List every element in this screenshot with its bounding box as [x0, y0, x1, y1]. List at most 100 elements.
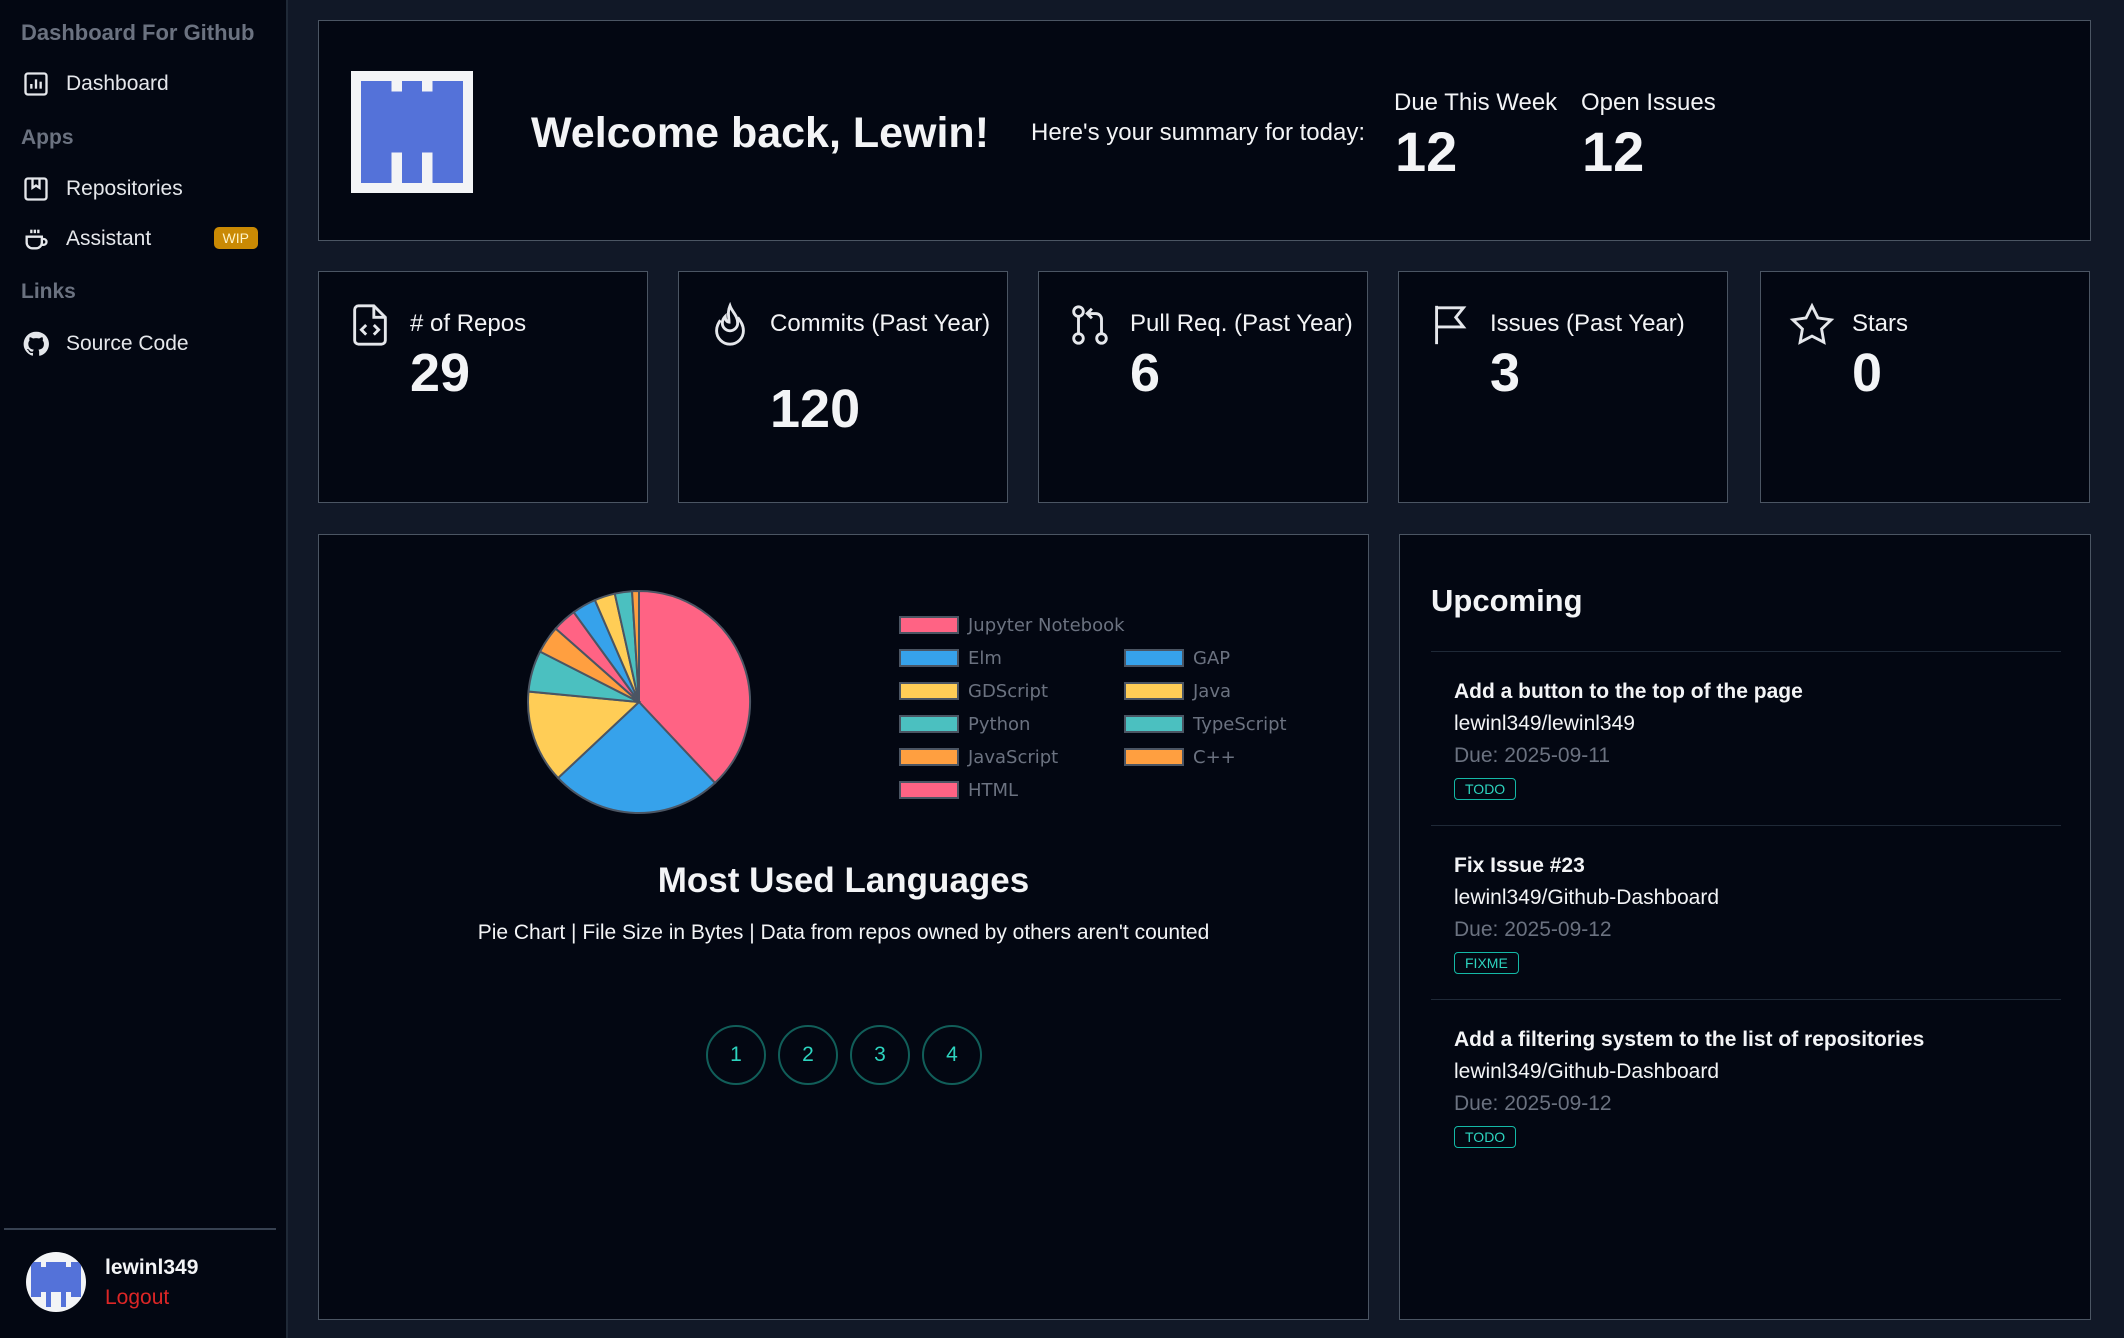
- legend-item-typescript[interactable]: TypeScript: [1124, 712, 1287, 736]
- stat-value: 0: [1852, 343, 1883, 403]
- stat-label: # of Repos: [410, 310, 527, 337]
- stat-value: 3: [1490, 343, 1521, 403]
- wip-badge: WIP: [213, 227, 258, 249]
- page-button-1[interactable]: 1: [706, 1025, 766, 1085]
- flag-icon: [1435, 305, 1467, 345]
- sidebar-item-source-code[interactable]: Source Code: [20, 322, 268, 366]
- legend-label: Java: [1193, 680, 1232, 702]
- upcoming-item[interactable]: Fix Issue #23 lewinl349/Github-Dashboard…: [1431, 825, 2061, 999]
- legend-label: TypeScript: [1193, 713, 1287, 735]
- apps-heading: Apps: [21, 126, 74, 149]
- welcome-panel: Welcome back, Lewin! Here's your summary…: [318, 20, 2091, 241]
- legend-item-html[interactable]: HTML: [899, 778, 1018, 802]
- upcoming-item-title: Add a button to the top of the page: [1454, 680, 1803, 703]
- file-code-icon: [353, 304, 387, 346]
- sidebar-item-label: Assistant: [66, 227, 152, 250]
- open-issues-label: Open Issues: [1581, 89, 1716, 116]
- git-pull-request-icon: [1072, 305, 1108, 345]
- stat-label: Pull Req. (Past Year): [1130, 310, 1353, 337]
- upcoming-title: Upcoming: [1431, 583, 1583, 618]
- upcoming-item-repo: lewinl349/Github-Dashboard: [1454, 886, 1719, 909]
- legend-swatch: [1124, 649, 1184, 667]
- username: lewinl349: [105, 1256, 199, 1279]
- welcome-subtitle: Here's your summary for today:: [1031, 119, 1366, 146]
- flame-icon: [715, 302, 745, 346]
- stat-value: 120: [770, 379, 861, 439]
- stat-card-pull-requests: Pull Req. (Past Year) 6: [1038, 271, 1368, 503]
- stat-label: Stars: [1852, 310, 1909, 337]
- upcoming-item-due: Due: 2025-09-12: [1454, 1092, 1612, 1115]
- chart-title: Most Used Languages: [657, 861, 1030, 900]
- stat-card-stars: Stars 0: [1760, 271, 2090, 503]
- sidebar: Dashboard For Github Dashboard Apps Repo…: [0, 0, 288, 1338]
- stat-value: 6: [1130, 343, 1161, 403]
- sidebar-divider: [4, 1228, 276, 1230]
- legend-item-jupyter-notebook[interactable]: Jupyter Notebook: [899, 613, 1125, 637]
- upcoming-item[interactable]: Add a filtering system to the list of re…: [1431, 999, 2061, 1173]
- bar-chart-icon: [24, 72, 48, 96]
- upcoming-item-title: Add a filtering system to the list of re…: [1454, 1028, 1925, 1051]
- app-title: Dashboard For Github: [21, 20, 255, 45]
- legend-item-java[interactable]: Java: [1124, 679, 1231, 703]
- page-button-3[interactable]: 3: [850, 1025, 910, 1085]
- upcoming-item-due: Due: 2025-09-12: [1454, 918, 1612, 941]
- sidebar-item-dashboard[interactable]: Dashboard: [20, 62, 268, 106]
- repository-icon: [24, 177, 48, 201]
- due-this-week-label: Due This Week: [1394, 89, 1558, 116]
- logout-link[interactable]: Logout: [105, 1286, 169, 1310]
- due-this-week-value: 12: [1395, 120, 1458, 183]
- sidebar-item-label: Repositories: [66, 177, 183, 200]
- upcoming-item[interactable]: Add a button to the top of the page lewi…: [1431, 651, 2061, 825]
- legend-item-gap[interactable]: GAP: [1124, 646, 1230, 670]
- legend-swatch: [1124, 748, 1184, 766]
- legend-swatch: [1124, 715, 1184, 733]
- languages-chart-panel: Jupyter Notebook Elm GAP GDScript Java Python…: [318, 534, 1369, 1320]
- welcome-title: Welcome back, Lewin!: [531, 109, 990, 157]
- legend-label: JavaScript: [968, 746, 1059, 768]
- coffee-cup-icon: [25, 229, 48, 250]
- chart-subtitle: Pie Chart | File Size in Bytes | Data fr…: [477, 921, 1210, 944]
- legend-label: Jupyter Notebook: [968, 614, 1125, 636]
- legend-swatch: [899, 616, 959, 634]
- upcoming-panel: Upcoming Add a button to the top of the …: [1399, 534, 2091, 1320]
- upcoming-item-title: Fix Issue #23: [1454, 854, 1585, 877]
- star-icon: [1789, 302, 1835, 345]
- legend-label: Elm: [968, 647, 1002, 669]
- legend-swatch: [899, 682, 959, 700]
- user-profile: lewinl349 Logout: [26, 1252, 276, 1314]
- sidebar-item-repositories[interactable]: Repositories: [20, 167, 268, 211]
- sidebar-item-label: Dashboard: [66, 72, 169, 95]
- legend-item-elm[interactable]: Elm: [899, 646, 1002, 670]
- stat-label: Issues (Past Year): [1490, 310, 1685, 337]
- legend-item-python[interactable]: Python: [899, 712, 1030, 736]
- status-badge: TODO: [1454, 1126, 1517, 1148]
- upcoming-item-repo: lewinl349/Github-Dashboard: [1454, 1060, 1719, 1083]
- legend-label: Python: [968, 713, 1031, 735]
- languages-pie-chart: [527, 589, 751, 814]
- avatar[interactable]: [26, 1252, 86, 1312]
- legend-label: C++: [1193, 746, 1236, 768]
- legend-swatch: [899, 748, 959, 766]
- page-button-2[interactable]: 2: [778, 1025, 838, 1085]
- legend-item-gdscript[interactable]: GDScript: [899, 679, 1048, 703]
- profile-avatar: [351, 71, 473, 193]
- legend-item-c-[interactable]: C++: [1124, 745, 1236, 769]
- github-icon: [23, 331, 49, 356]
- legend-swatch: [899, 781, 959, 799]
- upcoming-item-due: Due: 2025-09-11: [1454, 744, 1611, 767]
- upcoming-item-repo: lewinl349/lewinl349: [1454, 712, 1635, 735]
- stat-label: Commits (Past Year): [770, 310, 991, 337]
- open-issues-value: 12: [1582, 120, 1645, 183]
- page-button-4[interactable]: 4: [922, 1025, 982, 1085]
- status-badge: TODO: [1454, 778, 1517, 800]
- legend-item-javascript[interactable]: JavaScript: [899, 745, 1058, 769]
- legend-label: HTML: [968, 779, 1019, 801]
- status-badge: FIXME: [1454, 952, 1519, 974]
- stat-value: 29: [410, 343, 471, 403]
- legend-swatch: [1124, 682, 1184, 700]
- sidebar-item-assistant[interactable]: Assistant WIP: [20, 217, 268, 261]
- sidebar-item-label: Source Code: [66, 332, 189, 355]
- links-heading: Links: [21, 280, 76, 303]
- stat-card-repos: # of Repos 29: [318, 271, 648, 503]
- stat-card-commits: Commits (Past Year) 120: [678, 271, 1008, 503]
